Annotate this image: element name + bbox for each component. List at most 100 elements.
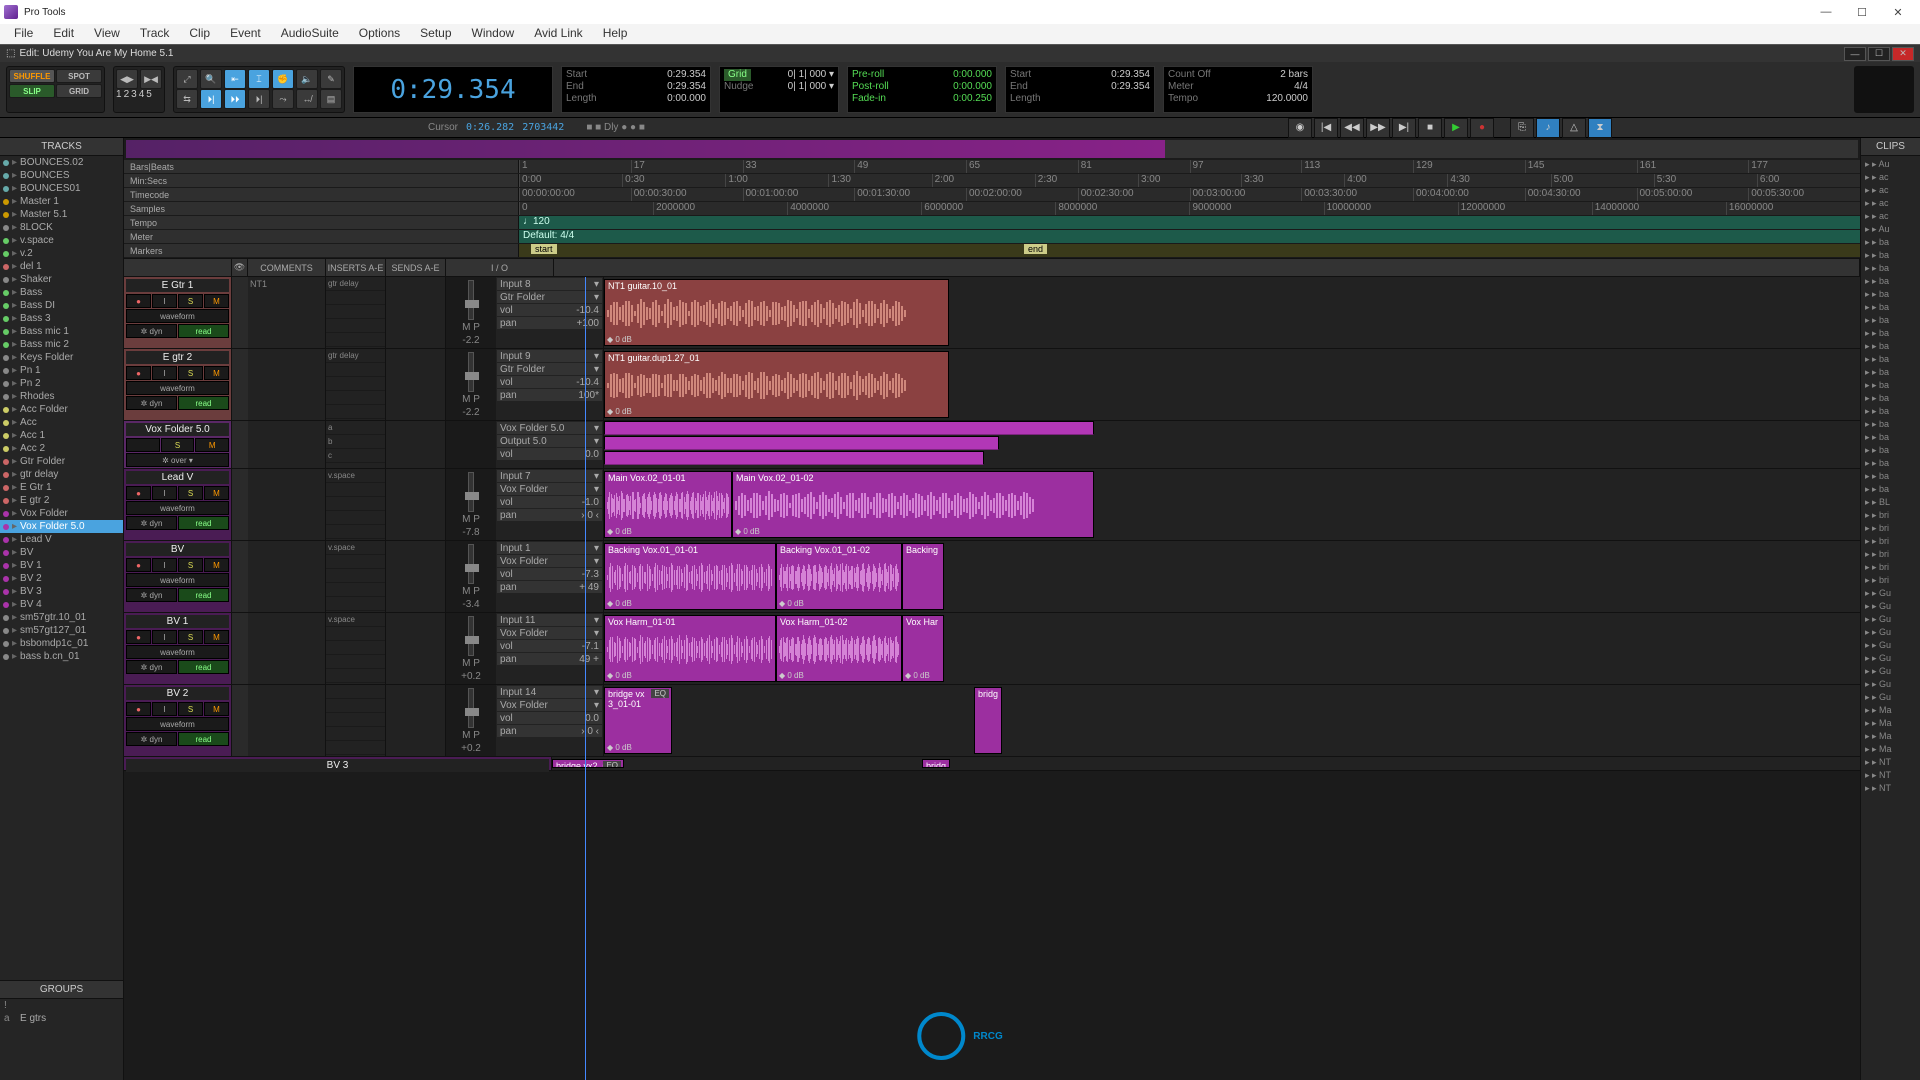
track-list-item[interactable]: ▸Bass xyxy=(0,286,123,299)
clip-list-item[interactable]: ▸ ▸ ba xyxy=(1863,288,1918,301)
audio-clip[interactable]: NT1 guitar.10_01◆ 0 dB xyxy=(604,279,949,346)
track-list-item[interactable]: ▸Acc xyxy=(0,416,123,429)
audio-clip[interactable]: bridge vx2_01-01EQ xyxy=(552,759,624,768)
io-header[interactable]: I / O xyxy=(446,259,554,276)
insertion-follows-button[interactable]: ⤳ xyxy=(272,89,294,109)
shuffle-mode-button[interactable]: SHUFFLE xyxy=(9,69,55,83)
clip-list-item[interactable]: ▸ ▸ ba xyxy=(1863,457,1918,470)
track-list-item[interactable]: ▸BOUNCES01 xyxy=(0,182,123,195)
ruler-meter-label[interactable]: Meter xyxy=(124,230,519,243)
scrubber-tool-button[interactable]: 🔈 xyxy=(296,69,318,89)
track-list-item[interactable]: ▸Vox Folder 5.0 xyxy=(0,520,123,533)
doc-close-button[interactable]: ✕ xyxy=(1892,47,1914,61)
track-list-item[interactable]: ▸8LOCK xyxy=(0,221,123,234)
clip-lane[interactable]: Vox Harm_01-01◆ 0 dBVox Harm_01-02◆ 0 dB… xyxy=(604,613,1860,684)
clip-list-item[interactable]: ▸ ▸ ac xyxy=(1863,210,1918,223)
track-list-item[interactable]: ▸BV 2 xyxy=(0,572,123,585)
track-comment[interactable] xyxy=(248,349,326,420)
trim-tool-button[interactable]: ⇤ xyxy=(224,69,246,89)
clip-list-item[interactable]: ▸ ▸ ba xyxy=(1863,431,1918,444)
layered-editing-button[interactable]: ▤ xyxy=(320,89,342,109)
clip-list-item[interactable]: ▸ ▸ bri xyxy=(1863,548,1918,561)
track-list-item[interactable]: ▸sm57gt127_01 xyxy=(0,624,123,637)
track-list-item[interactable]: ▸v.space xyxy=(0,234,123,247)
audio-clip[interactable]: Main Vox.02_01-02◆ 0 dB xyxy=(732,471,1094,538)
preroll-box[interactable]: Pre-roll0:00.000 Post-roll0:00.000 Fade-… xyxy=(847,66,997,113)
zoom-tool-button[interactable]: 🔍 xyxy=(200,69,222,89)
maximize-button[interactable]: ☐ xyxy=(1844,1,1880,23)
track-list-item[interactable]: ▸bass b.cn_01 xyxy=(0,650,123,663)
clip-list-item[interactable]: ▸ ▸ NT xyxy=(1863,756,1918,769)
audio-clip[interactable] xyxy=(604,421,1094,435)
rtz-button[interactable]: |◀ xyxy=(1314,118,1338,138)
clip-list-item[interactable]: ▸ ▸ ba xyxy=(1863,418,1918,431)
audio-clip[interactable]: Backing Vox.01_01-02◆ 0 dB xyxy=(776,543,902,610)
zoom-in-h-button[interactable]: ▶◀ xyxy=(140,69,162,89)
countoff-button[interactable]: ⧗ xyxy=(1588,118,1612,138)
clip-list-item[interactable]: ▸ ▸ ba xyxy=(1863,275,1918,288)
track-list-item[interactable]: ▸Shaker xyxy=(0,273,123,286)
clip-lane[interactable]: Backing Vox.01_01-01◆ 0 dBBacking Vox.01… xyxy=(604,541,1860,612)
track-comment[interactable] xyxy=(248,469,326,540)
track-show-toggle[interactable] xyxy=(232,469,248,540)
zoom-preset-4[interactable]: 4 xyxy=(139,89,145,100)
track-list-item[interactable]: ▸Bass DI xyxy=(0,299,123,312)
minimize-button[interactable]: — xyxy=(1808,1,1844,23)
audio-clip[interactable]: Vox Harm_01-02◆ 0 dB xyxy=(776,615,902,682)
playhead[interactable] xyxy=(585,277,586,1080)
track-header[interactable]: BV 1●ISMwaveform✲ dynread xyxy=(124,613,232,684)
clip-list-item[interactable]: ▸ ▸ ba xyxy=(1863,444,1918,457)
clip-list-item[interactable]: ▸ ▸ bri xyxy=(1863,561,1918,574)
fader[interactable] xyxy=(468,616,474,656)
clip-list-item[interactable]: ▸ ▸ Gu xyxy=(1863,587,1918,600)
track-list-item[interactable]: ▸Pn 2 xyxy=(0,377,123,390)
clip-list-item[interactable]: ▸ ▸ ba xyxy=(1863,405,1918,418)
audio-clip[interactable]: Vox Harm_01-01◆ 0 dB xyxy=(604,615,776,682)
clip-list-item[interactable]: ▸ ▸ bri xyxy=(1863,574,1918,587)
track-list-item[interactable]: ▸BOUNCES xyxy=(0,169,123,182)
track-list-item[interactable]: ▸Rhodes xyxy=(0,390,123,403)
fader[interactable] xyxy=(468,280,474,320)
link-track-button[interactable]: ⏵| xyxy=(248,89,270,109)
ruler-markers-label[interactable]: Markers xyxy=(124,244,519,257)
clip-list-item[interactable]: ▸ ▸ ba xyxy=(1863,340,1918,353)
clip-lane[interactable]: NT1 guitar.10_01◆ 0 dB xyxy=(604,277,1860,348)
track-list-item[interactable]: ▸Bass mic 2 xyxy=(0,338,123,351)
selection-box-2[interactable]: Start0:29.354 End0:29.354 Length xyxy=(1005,66,1155,113)
comments-header[interactable]: COMMENTS xyxy=(248,259,326,276)
audio-clip[interactable]: Backing Vox.01_01-01◆ 0 dB xyxy=(604,543,776,610)
menu-window[interactable]: Window xyxy=(462,24,525,44)
audio-clip[interactable]: bridg xyxy=(922,759,950,768)
track-list-item[interactable]: ▸BV 1 xyxy=(0,559,123,572)
fader[interactable] xyxy=(468,352,474,392)
tab-to-transient-button[interactable]: ⏵| xyxy=(200,89,222,109)
track-list-item[interactable]: ▸Keys Folder xyxy=(0,351,123,364)
zoom-out-h-button[interactable]: ◀▶ xyxy=(116,69,138,89)
grid-mode-button[interactable]: GRID xyxy=(56,84,102,98)
track-list-item[interactable]: ▸Bass 3 xyxy=(0,312,123,325)
clip-list-item[interactable]: ▸ ▸ Gu xyxy=(1863,639,1918,652)
menu-event[interactable]: Event xyxy=(220,24,271,44)
zoom-preset-1[interactable]: 1 xyxy=(116,89,122,100)
clip-list-item[interactable]: ▸ ▸ ba xyxy=(1863,366,1918,379)
track-show-toggle[interactable] xyxy=(232,349,248,420)
spot-mode-button[interactable]: SPOT xyxy=(56,69,102,83)
clip-list-item[interactable]: ▸ ▸ bri xyxy=(1863,522,1918,535)
clip-lane[interactable] xyxy=(604,421,1860,468)
clip-list-item[interactable]: ▸ ▸ ba xyxy=(1863,262,1918,275)
ruler-minsec-label[interactable]: Min:Secs xyxy=(124,174,519,187)
track-list-item[interactable]: ▸E gtr 2 xyxy=(0,494,123,507)
menu-audiosuite[interactable]: AudioSuite xyxy=(271,24,349,44)
menu-avid link[interactable]: Avid Link xyxy=(524,24,592,44)
fader[interactable] xyxy=(468,544,474,584)
marker-end[interactable]: end xyxy=(1024,244,1047,254)
track-list-item[interactable]: ▸BV 4 xyxy=(0,598,123,611)
clip-list-item[interactable]: ▸ ▸ ac xyxy=(1863,184,1918,197)
track-show-toggle[interactable] xyxy=(232,685,248,756)
clip-list-item[interactable]: ▸ ▸ Gu xyxy=(1863,665,1918,678)
clip-list-item[interactable]: ▸ ▸ ba xyxy=(1863,379,1918,392)
selector-tool-button[interactable]: ⌶ xyxy=(248,69,270,89)
doc-max-button[interactable]: ☐ xyxy=(1868,47,1890,61)
clip-list-item[interactable]: ▸ ▸ ba xyxy=(1863,249,1918,262)
zoom-preset-3[interactable]: 3 xyxy=(131,89,137,100)
